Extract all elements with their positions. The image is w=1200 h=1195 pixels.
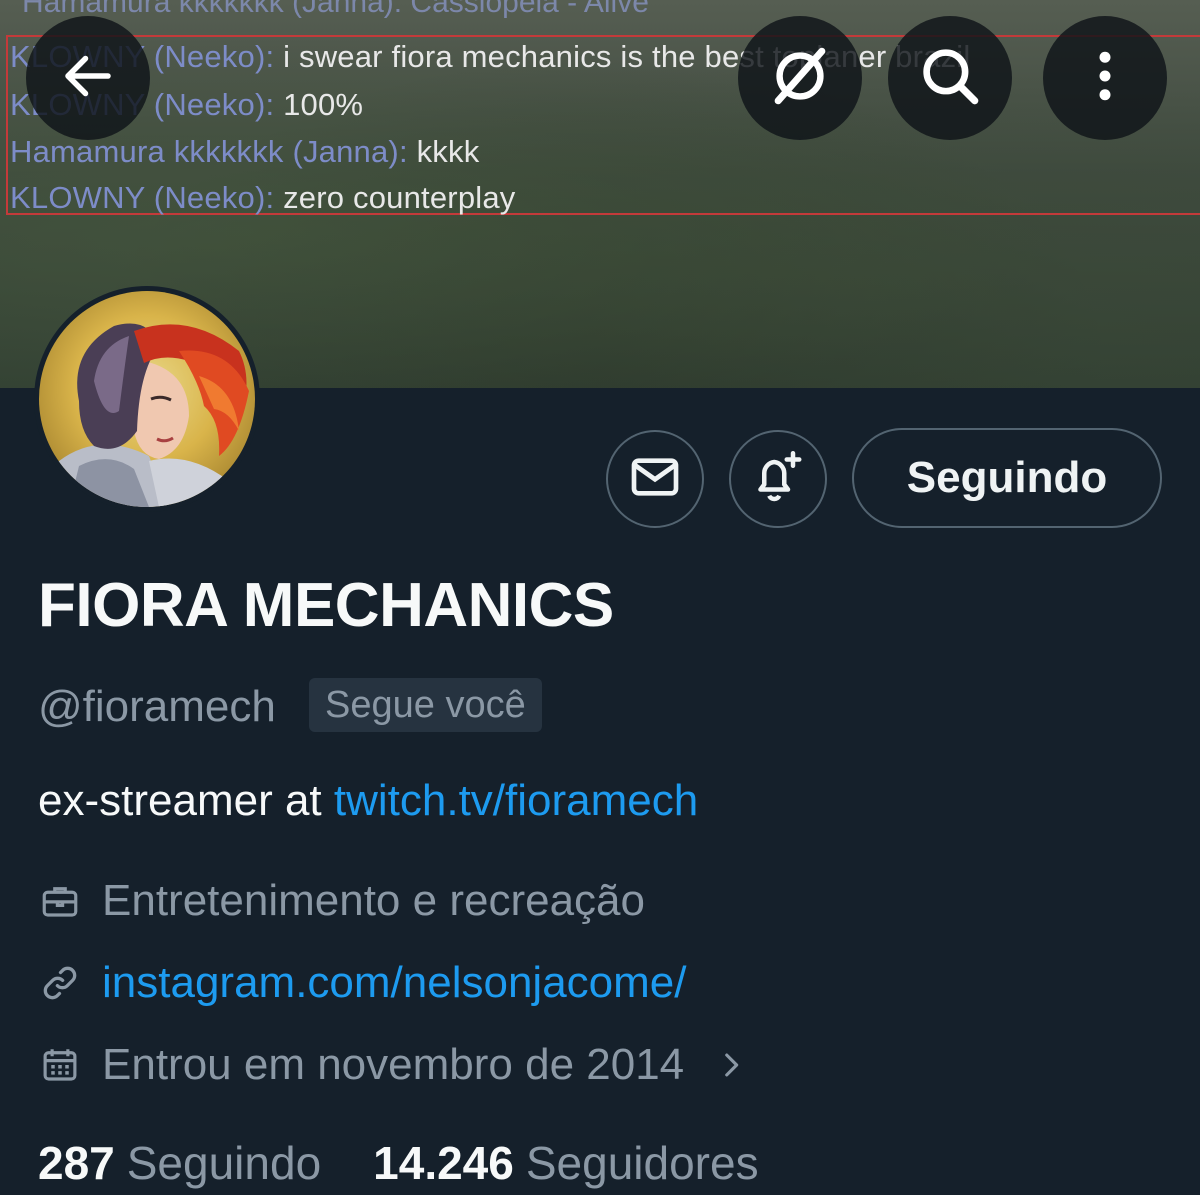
bio-link[interactable]: twitch.tv/fioramech [334,776,698,825]
grok-button[interactable] [738,16,862,140]
arrow-left-icon [58,46,118,111]
profile-website: instagram.com/nelsonjacome/ [38,958,686,1008]
back-button[interactable] [26,16,150,140]
avatar[interactable] [34,286,260,512]
bio: ex-streamer at twitch.tv/fioramech [38,776,698,826]
bio-text: ex-streamer at [38,776,334,825]
followers-label: Seguidores [525,1137,759,1189]
followers-count: 14.246 [373,1137,514,1189]
follows-you-badge: Segue você [309,678,542,732]
profile-joined[interactable]: Entrou em novembro de 2014 [38,1040,748,1090]
bell-plus-icon [748,447,808,512]
banner-chat-highlight: KLOWNY (Neeko): i swear fiora mechanics … [6,35,1200,215]
follow-stats: 287 Seguindo 14.246 Seguidores [38,1136,759,1190]
briefcase-icon [38,879,82,923]
notifications-button[interactable] [729,430,827,528]
calendar-icon [38,1043,82,1087]
joined-label: Entrou em novembro de 2014 [102,1040,685,1089]
display-name: FIORA MECHANICS [38,571,614,640]
category-label: Entretenimento e recreação [102,876,645,925]
website-link[interactable]: instagram.com/nelsonjacome/ [102,958,686,1008]
more-options-button[interactable] [1043,16,1167,140]
banner-chat-top-line: Hamamura kkkkkkk (Janna): Cassiopeia - A… [22,0,649,19]
more-vertical-icon [1075,46,1135,111]
following-label: Seguindo [126,1137,322,1189]
following-stat[interactable]: 287 Seguindo [38,1136,321,1190]
envelope-icon [627,449,683,510]
grok-icon [765,41,835,116]
link-icon [38,961,82,1005]
profile-category: Entretenimento e recreação [38,876,645,926]
following-button[interactable]: Seguindo [852,428,1162,528]
search-button[interactable] [888,16,1012,140]
search-icon [917,43,983,114]
following-count: 287 [38,1137,115,1189]
banner-chat-line: KLOWNY (Neeko): zero counterplay [10,180,516,215]
chevron-right-icon [714,1048,748,1082]
message-button[interactable] [606,430,704,528]
handle: @fioramech [38,682,276,731]
avatar-image [39,291,255,507]
followers-stat[interactable]: 14.246 Seguidores [373,1136,758,1190]
